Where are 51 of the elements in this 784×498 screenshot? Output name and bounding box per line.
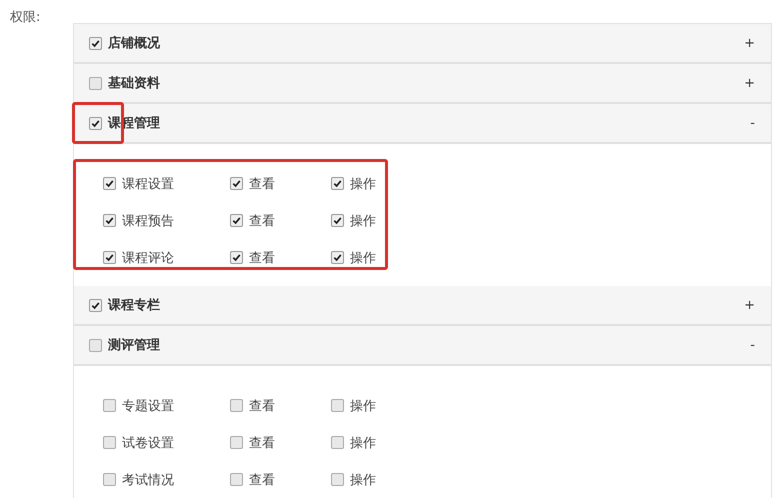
expand-toggle[interactable]: +	[744, 298, 755, 312]
field-label: 权限:	[10, 9, 40, 26]
checkbox[interactable]	[331, 473, 344, 486]
checkbox[interactable]	[89, 36, 102, 50]
checkbox[interactable]	[89, 338, 102, 352]
checkbox[interactable]	[331, 399, 344, 412]
checkbox[interactable]	[230, 251, 243, 264]
checkbox[interactable]	[230, 214, 243, 227]
checkbox[interactable]	[103, 251, 116, 264]
checkbox[interactable]	[103, 214, 116, 227]
permission-label: 查看	[249, 212, 275, 230]
section-title: 店铺概况	[108, 34, 160, 52]
checkbox[interactable]	[89, 76, 102, 90]
permission-label: 专题设置	[122, 398, 174, 414]
section-title: 课程专栏	[108, 297, 160, 314]
permission-label: 考试情况	[122, 472, 174, 488]
permission-label: 查看	[249, 176, 275, 192]
permission-label: 操作	[350, 176, 376, 192]
permission-label: 课程设置	[122, 176, 174, 192]
checkbox[interactable]	[89, 298, 102, 312]
checkbox[interactable]	[103, 399, 116, 412]
permission-label: 操作	[350, 212, 376, 230]
permission-label: 试卷设置	[122, 434, 174, 452]
checkbox[interactable]	[331, 177, 344, 190]
expand-toggle[interactable]: -	[750, 116, 755, 130]
checkbox[interactable]	[103, 436, 116, 449]
checkbox[interactable]	[331, 214, 344, 227]
permission-label: 课程评论	[122, 250, 174, 266]
permission-label: 查看	[249, 398, 275, 414]
checkbox[interactable]	[103, 473, 116, 486]
checkbox[interactable]	[230, 399, 243, 412]
permission-label: 操作	[350, 472, 376, 488]
checkbox[interactable]	[331, 251, 344, 264]
checkbox[interactable]	[89, 116, 102, 130]
expand-toggle[interactable]: -	[750, 338, 755, 352]
checkbox[interactable]	[103, 177, 116, 190]
permission-label: 查看	[249, 472, 275, 488]
checkbox[interactable]	[230, 436, 243, 449]
permission-label: 操作	[350, 434, 376, 452]
permission-label: 查看	[249, 250, 275, 266]
section-title: 基础资料	[108, 75, 160, 92]
permission-label: 查看	[249, 434, 275, 452]
permission-label: 课程预告	[122, 212, 174, 230]
checkbox[interactable]	[230, 473, 243, 486]
section-title: 测评管理	[108, 337, 160, 354]
permission-label: 操作	[350, 250, 376, 266]
expand-toggle[interactable]: +	[744, 36, 755, 50]
permission-label: 操作	[350, 398, 376, 414]
expand-toggle[interactable]: +	[744, 76, 755, 90]
checkbox[interactable]	[331, 436, 344, 449]
checkbox[interactable]	[230, 177, 243, 190]
